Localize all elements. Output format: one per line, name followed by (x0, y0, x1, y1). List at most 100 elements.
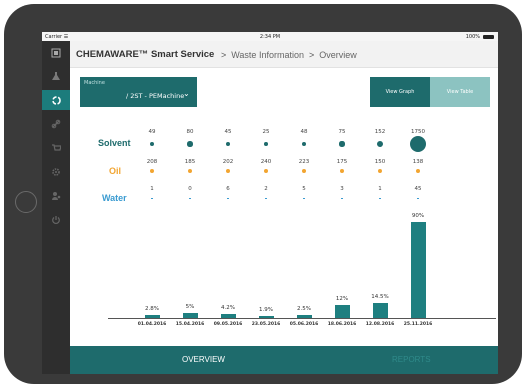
row-label-solvent: Solvent (98, 138, 131, 148)
row-label-water: Water (102, 193, 127, 203)
oil-marker (188, 169, 192, 173)
x-tick-label: 15.04.2016 (175, 322, 205, 327)
sidebar-item-lab[interactable] (42, 66, 70, 86)
solvent-marker (376, 140, 384, 148)
machine-selector[interactable]: Machine / 2ST - PEMachine ⌄ (80, 77, 197, 107)
solvent-marker (225, 141, 231, 147)
view-table-button[interactable]: View Table (430, 77, 490, 107)
measurement-value: 49 (148, 129, 156, 135)
measurement-value: 1750 (411, 129, 425, 135)
measurement-value: 25 (262, 129, 270, 135)
home-button[interactable] (15, 191, 37, 213)
water-marker (417, 198, 419, 199)
oil-marker (416, 169, 420, 173)
measurement-value: 175 (336, 159, 348, 165)
power-icon (52, 216, 60, 224)
machine-label: Machine (84, 80, 105, 86)
sidebar-item-dashboard[interactable] (42, 43, 70, 63)
measurement-value: 240 (260, 159, 272, 165)
measurement-value: 0 (188, 186, 192, 192)
users-icon (52, 192, 61, 200)
solvent-marker (301, 141, 307, 147)
x-tick-label: 09.05.2016 (213, 322, 243, 327)
x-tick-label: 12.08.2016 (365, 322, 395, 327)
bar[interactable] (182, 312, 198, 318)
bar-data-label: 2.8% (145, 306, 159, 312)
solvent-marker (187, 141, 193, 147)
header-bar: CHEMAWARE™ Smart Service > Waste Informat… (70, 41, 498, 68)
oil-marker (340, 169, 344, 173)
x-tick-label: 25.11.2016 (403, 322, 433, 327)
solvent-marker (410, 136, 426, 152)
x-axis (108, 318, 496, 319)
bar[interactable] (410, 222, 426, 318)
water-marker (265, 198, 267, 199)
sidebar-item-waste[interactable] (42, 90, 70, 110)
bar[interactable] (296, 315, 312, 318)
tablet-frame: Carrier ☰ 2:34 PM 100% CHEMAWARE™ Smart … (4, 4, 522, 384)
sidebar-item-link[interactable] (42, 114, 70, 134)
solvent-marker (264, 142, 268, 146)
water-marker (189, 198, 191, 199)
clock: 2:34 PM (259, 33, 281, 40)
status-bar: Carrier ☰ 2:34 PM 100% (42, 32, 498, 41)
row-label-oil: Oil (109, 166, 122, 176)
view-toggle: View Graph View Table (370, 77, 490, 107)
bar-data-label: 1.9% (259, 306, 273, 313)
app-screen: Carrier ☰ 2:34 PM 100% CHEMAWARE™ Smart … (42, 32, 498, 374)
breadcrumb-waste-information[interactable]: Waste Information (231, 50, 304, 60)
measurement-value: 150 (374, 159, 386, 165)
oil-marker (150, 169, 154, 173)
sidebar-item-users[interactable] (42, 186, 70, 206)
solvent-marker (339, 141, 345, 147)
chevron-right-icon: > (308, 49, 315, 60)
app-brand-title: CHEMAWARE™ Smart Service (76, 49, 215, 60)
oil-marker (378, 169, 382, 173)
measurement-value: 2 (264, 186, 268, 192)
bar-data-label: 4.2% (221, 304, 235, 311)
recycle-icon (51, 95, 61, 105)
bar[interactable] (372, 302, 388, 318)
measurement-value: 45 (224, 129, 232, 135)
water-marker (151, 198, 153, 199)
tab-overview[interactable]: OVERVIEW (182, 355, 225, 364)
measurement-value: 202 (222, 159, 234, 165)
bar[interactable] (334, 305, 350, 318)
gear-icon (52, 168, 60, 176)
measurement-value: 208 (146, 159, 158, 165)
machine-value: / 2ST - PEMachine (126, 92, 185, 100)
x-tick-label: 23.05.2016 (251, 322, 281, 327)
view-graph-button[interactable]: View Graph (370, 77, 430, 107)
measurement-value: 5 (302, 186, 306, 192)
bar-data-label: 5% (185, 303, 195, 310)
bar[interactable] (220, 313, 236, 318)
water-marker (341, 198, 343, 199)
sidebar-item-settings[interactable] (42, 162, 70, 182)
oil-marker (226, 169, 230, 173)
measurement-value: 80 (186, 129, 194, 135)
cart-icon (52, 144, 61, 151)
breadcrumb-overview: Overview (319, 49, 357, 60)
breadcrumb: > Waste Information > Overview (216, 50, 357, 60)
tab-reports[interactable]: REPORTS (392, 355, 431, 364)
water-marker (303, 198, 305, 199)
sidebar (42, 41, 70, 374)
water-marker (379, 198, 381, 199)
bar-data-label: 2.5% (297, 306, 311, 313)
measurement-value: 6 (226, 186, 230, 192)
x-tick-label: 18.06.2016 (327, 322, 357, 327)
oil-marker (264, 169, 268, 173)
sidebar-item-shop[interactable] (42, 138, 70, 158)
measurement-value: 138 (412, 159, 424, 165)
chevron-right-icon: > (221, 49, 227, 60)
sidebar-item-power[interactable] (42, 210, 70, 230)
measurement-value: 185 (184, 159, 196, 165)
link-icon (51, 119, 61, 129)
bar-data-label: 90% (411, 213, 425, 219)
measurement-value: 48 (300, 129, 308, 135)
dashboard-icon (51, 48, 61, 58)
bar[interactable] (144, 315, 160, 318)
bar[interactable] (258, 315, 274, 318)
oil-marker (302, 169, 306, 173)
measurement-value: 1 (150, 186, 154, 192)
